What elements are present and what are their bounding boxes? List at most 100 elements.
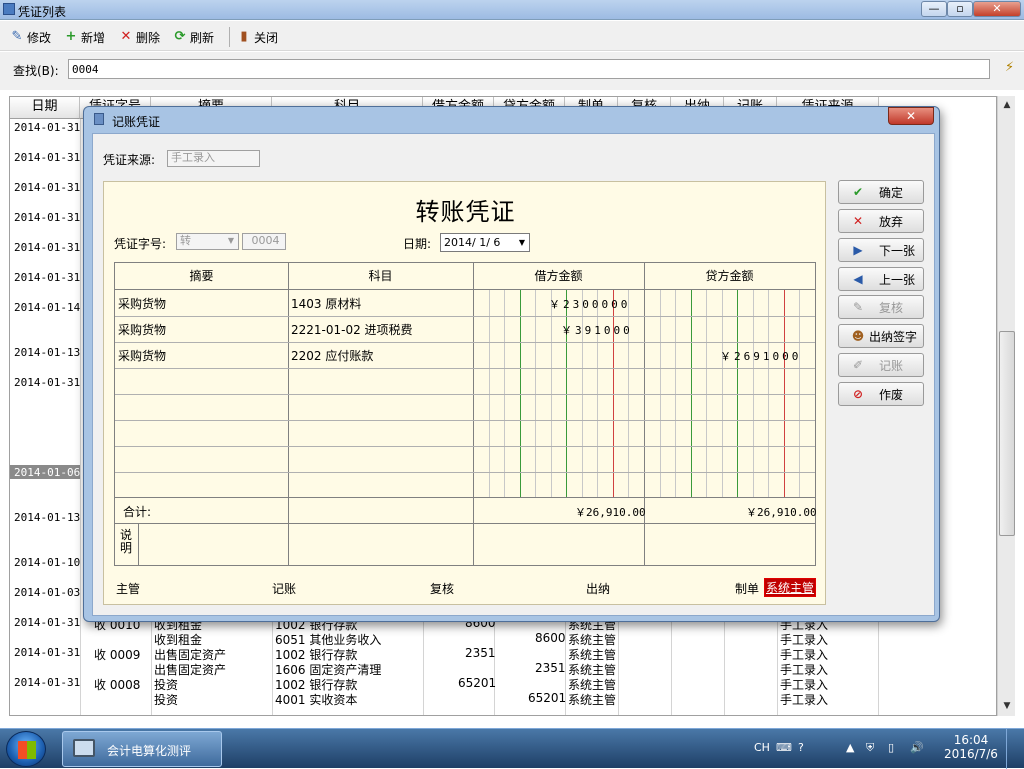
arrow-left-icon: ◀: [853, 272, 863, 286]
check-button[interactable]: ✎ 复核: [838, 295, 924, 319]
entry-subject[interactable]: 1403 原材料: [291, 295, 361, 312]
cell-summary: 投资: [154, 693, 179, 707]
voucher-type-select[interactable]: 转 ▼: [176, 233, 239, 250]
entry-header-credit: 贷方金额: [644, 263, 815, 290]
edit-button[interactable]: ✎ 修改: [10, 28, 51, 46]
voucher-entries-table: 摘要 科目 借方金额 贷方金额 采购货物 1403 原材料 ￥2300000 采…: [114, 262, 817, 566]
check-label: 复核: [879, 300, 904, 315]
voucher-number-field[interactable]: 0004: [242, 233, 286, 250]
delete-label: 删除: [136, 30, 161, 45]
footer-maker-value: 系统主管: [764, 578, 817, 597]
entry-credit[interactable]: ￥2691000: [720, 348, 801, 364]
entry-summary[interactable]: 采购货物: [118, 321, 166, 338]
post-label: 记账: [879, 358, 904, 373]
minimize-button[interactable]: —: [921, 1, 947, 17]
row-date[interactable]: 2014-01-14: [14, 301, 80, 314]
cell-credit: 8600: [535, 631, 566, 645]
row-date[interactable]: 2014-01-31: [14, 211, 80, 224]
shield-icon[interactable]: ⛨: [866, 741, 874, 755]
void-button[interactable]: ⊘ 作废: [838, 382, 924, 406]
voucher-type-value: 转: [180, 234, 191, 247]
toolbar: ✎ 修改 + 新增 ✕ 删除 ⟳ 刷新 ▮ 关闭: [0, 21, 1024, 51]
voucher-title: 转账凭证: [415, 198, 516, 226]
post-button[interactable]: ✐ 记账: [838, 353, 924, 377]
keyboard-icon[interactable]: ⌨: [776, 741, 792, 754]
dialog-icon: [94, 113, 104, 125]
maximize-button[interactable]: ▫: [947, 1, 973, 17]
date-value: 2014/ 1/ 6: [444, 236, 501, 249]
taskbar-app-button[interactable]: 会计电算化测评: [62, 731, 222, 767]
confirm-button[interactable]: ✔ 确定: [838, 180, 924, 204]
voucher-form: 转账凭证 凭证字号: 转 ▼ 0004 日期: 2014/ 1/ 6 ▼ 摘要 科目…: [103, 181, 826, 605]
row-date[interactable]: 2014-01-31: [14, 376, 80, 389]
filter-icon[interactable]: ⚡: [1005, 60, 1014, 75]
entry-debit[interactable]: ￥391000: [561, 322, 633, 338]
row-date[interactable]: 2014-01-31: [14, 151, 80, 164]
delete-button[interactable]: ✕ 删除: [119, 28, 160, 46]
dialog-close-button[interactable]: ✕: [888, 107, 934, 125]
row-date[interactable]: 2014-01-31: [14, 181, 80, 194]
footer-maker-label: 制单: [735, 582, 760, 596]
source-field: 手工录入: [167, 150, 260, 167]
clock[interactable]: 16:04 2016/7/6: [941, 733, 1001, 761]
help-icon[interactable]: ?: [798, 741, 804, 754]
refresh-icon: ⟳: [174, 29, 186, 44]
row-date[interactable]: 2014-01-13: [14, 346, 80, 359]
entry-summary[interactable]: 采购货物: [118, 347, 166, 364]
total-label: 合计:: [123, 505, 152, 519]
entry-debit[interactable]: ￥2300000: [549, 296, 630, 312]
row-date[interactable]: 2014-01-31: [14, 676, 80, 689]
check-icon: ✔: [852, 185, 864, 199]
chevron-down-icon: ▼: [518, 238, 525, 247]
start-button[interactable]: [6, 731, 46, 767]
row-date[interactable]: 2014-01-31: [14, 616, 80, 629]
prev-button[interactable]: ◀ 上一张: [838, 267, 924, 291]
scroll-thumb[interactable]: [999, 331, 1015, 536]
search-input[interactable]: [68, 59, 990, 79]
entry-summary[interactable]: 采购货物: [118, 295, 166, 312]
close-window-button[interactable]: ✕: [973, 1, 1021, 17]
language-indicator[interactable]: CH: [754, 741, 770, 754]
row-date-selected[interactable]: 2014-01-06: [14, 466, 80, 479]
row-date[interactable]: 2014-01-13: [14, 511, 80, 524]
cashier-sign-button[interactable]: ☻ 出纳签字: [838, 324, 924, 348]
col-header-date[interactable]: 日期: [10, 97, 80, 119]
scroll-down-icon[interactable]: ▼: [999, 698, 1015, 714]
close-button[interactable]: ▮ 关闭: [237, 28, 278, 46]
date-picker[interactable]: 2014/ 1/ 6 ▼: [440, 233, 530, 252]
x-icon: ✕: [120, 29, 132, 44]
entry-subject[interactable]: 2221-01-02 进项税费: [291, 321, 413, 338]
cell-source: 手工录入: [780, 693, 829, 707]
monitor-icon: [73, 739, 95, 757]
next-button[interactable]: ▶ 下一张: [838, 238, 924, 262]
arrow-right-icon: ▶: [853, 243, 863, 257]
note-label: 说明: [120, 528, 133, 555]
door-icon: ▮: [240, 29, 248, 44]
device-icon[interactable]: ▯: [888, 741, 894, 754]
show-hidden-icons[interactable]: ▲: [846, 741, 854, 754]
dialog-titlebar: 记账凭证: [94, 107, 214, 129]
dialog-body: 凭证来源: 手工录入 转账凭证 凭证字号: 转 ▼ 0004 日期: 2014/ …: [92, 133, 935, 616]
search-label: 查找(B):: [13, 64, 59, 78]
source-label: 凭证来源:: [103, 153, 156, 167]
volume-icon[interactable]: 🔊: [910, 741, 924, 754]
add-button[interactable]: + 新增: [64, 28, 105, 46]
scroll-up-icon[interactable]: ▲: [999, 97, 1015, 113]
refresh-button[interactable]: ⟳ 刷新: [173, 28, 214, 46]
row-date[interactable]: 2014-01-31: [14, 241, 80, 254]
taskbar: 会计电算化测评 CH ⌨ ? ▲ ⛨ ▯ 🔊 16:04 2016/7/6: [0, 728, 1024, 769]
row-date[interactable]: 2014-01-31: [14, 646, 80, 659]
grid-scrollbar[interactable]: ▲ ▼: [997, 96, 1015, 716]
add-label: 新增: [81, 30, 106, 45]
cashier-sign-label: 出纳签字: [869, 329, 918, 344]
row-date[interactable]: 2014-01-10: [14, 556, 80, 569]
entry-subject[interactable]: 2202 应付账款: [291, 347, 373, 364]
edit-label: 修改: [27, 30, 52, 45]
row-date[interactable]: 2014-01-31: [14, 271, 80, 284]
row-date[interactable]: 2014-01-31: [14, 121, 80, 134]
close-label: 关闭: [254, 30, 279, 45]
confirm-label: 确定: [879, 185, 904, 200]
discard-button[interactable]: ✕ 放弃: [838, 209, 924, 233]
row-date[interactable]: 2014-01-03: [14, 586, 80, 599]
show-desktop-button[interactable]: [1006, 729, 1024, 769]
